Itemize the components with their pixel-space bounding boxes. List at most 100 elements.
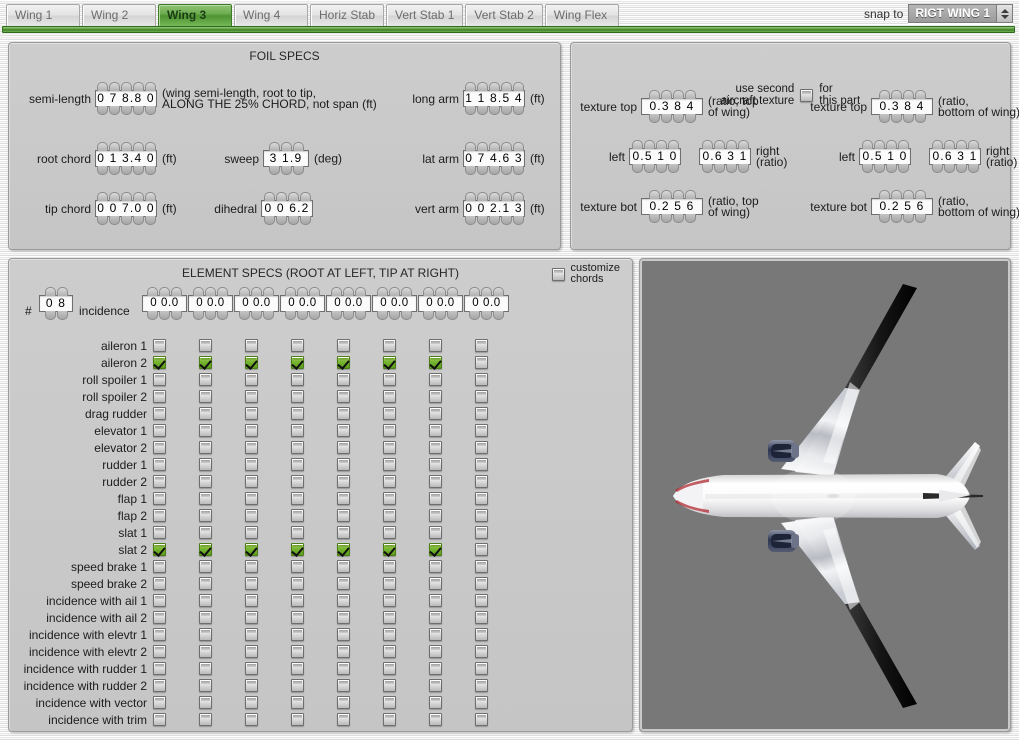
element-checkbox-r4-c8[interactable] xyxy=(475,390,488,403)
spinner-down-icon[interactable] xyxy=(512,106,524,115)
spinner-down-icon[interactable] xyxy=(955,164,967,173)
element-checkbox-r16-c8[interactable] xyxy=(475,594,488,607)
element-checkbox-r2-c6[interactable] xyxy=(383,356,396,369)
spinner-up-icon[interactable] xyxy=(655,140,667,149)
incidence-input-3[interactable]: 0 0.0 xyxy=(234,295,279,312)
spinner-up-group[interactable] xyxy=(859,140,911,149)
spinner-down-icon[interactable] xyxy=(132,166,144,175)
spinner-up-group[interactable] xyxy=(871,190,933,199)
element-checkbox-r1-c1[interactable] xyxy=(153,339,166,352)
spinner-up-icon[interactable] xyxy=(464,142,476,151)
element-checkbox-r3-c3[interactable] xyxy=(245,373,258,386)
element-checkbox-r9-c8[interactable] xyxy=(475,475,488,488)
spinner-down-icon[interactable] xyxy=(120,216,132,225)
spinner-up-group[interactable] xyxy=(641,90,703,99)
spinner-down-group[interactable] xyxy=(641,214,703,223)
element-checkbox-r10-c3[interactable] xyxy=(245,492,258,505)
element-checkbox-r7-c4[interactable] xyxy=(291,441,304,454)
element-checkbox-r6-c3[interactable] xyxy=(245,424,258,437)
spinner-down-icon[interactable] xyxy=(275,216,287,225)
incidence-input-7[interactable]: 0 0.0 xyxy=(418,295,463,312)
element-checkbox-r11-c4[interactable] xyxy=(291,509,304,522)
spinner-down-icon[interactable] xyxy=(469,311,480,320)
spinner-down-icon[interactable] xyxy=(476,166,488,175)
spinner-up-icon[interactable] xyxy=(268,142,280,151)
spinner-up-group[interactable] xyxy=(263,142,309,151)
spinner-down-group[interactable] xyxy=(142,311,187,320)
element-checkbox-r23-c6[interactable] xyxy=(383,713,396,726)
spinner-up-group[interactable] xyxy=(629,140,681,149)
element-checkbox-r21-c1[interactable] xyxy=(153,679,166,692)
foil-field-semi-length-input[interactable]: 0 7 8.8 0 xyxy=(95,90,157,107)
tab-wing-4[interactable]: Wing 4 xyxy=(234,4,308,26)
spinner-down-group[interactable] xyxy=(280,311,325,320)
element-checkbox-r14-c7[interactable] xyxy=(429,560,442,573)
spinner-up-icon[interactable] xyxy=(464,192,476,201)
element-checkbox-r2-c7[interactable] xyxy=(429,356,442,369)
spinner-up-icon[interactable] xyxy=(967,140,979,149)
element-checkbox-r10-c1[interactable] xyxy=(153,492,166,505)
element-checkbox-r14-c5[interactable] xyxy=(337,560,350,573)
element-checkbox-r10-c2[interactable] xyxy=(199,492,212,505)
element-checkbox-r22-c8[interactable] xyxy=(475,696,488,709)
element-checkbox-r3-c8[interactable] xyxy=(475,373,488,386)
element-count-input[interactable]: 0 8 xyxy=(39,295,73,312)
element-checkbox-r22-c4[interactable] xyxy=(291,696,304,709)
spinner-down-icon[interactable] xyxy=(660,114,672,123)
spinner-up-group[interactable] xyxy=(372,287,417,296)
spinner-up-icon[interactable] xyxy=(488,192,500,201)
spinner-up-icon[interactable] xyxy=(902,190,914,199)
element-checkbox-r16-c3[interactable] xyxy=(245,594,258,607)
element-checkbox-r17-c3[interactable] xyxy=(245,611,258,624)
spinner-down-icon[interactable] xyxy=(672,114,684,123)
element-checkbox-r17-c1[interactable] xyxy=(153,611,166,624)
foil-field-sweep-input[interactable]: 3 1.9 xyxy=(263,150,309,167)
element-checkbox-r18-c3[interactable] xyxy=(245,628,258,641)
spinner-down-icon[interactable] xyxy=(885,164,897,173)
element-checkbox-r12-c4[interactable] xyxy=(291,526,304,539)
element-checkbox-r12-c7[interactable] xyxy=(429,526,442,539)
element-checkbox-r15-c4[interactable] xyxy=(291,577,304,590)
aircraft-3d-viewport[interactable] xyxy=(639,258,1011,732)
spinner-up-icon[interactable] xyxy=(144,192,156,201)
element-checkbox-r23-c8[interactable] xyxy=(475,713,488,726)
element-checkbox-r16-c7[interactable] xyxy=(429,594,442,607)
spinner-down-icon[interactable] xyxy=(737,164,749,173)
spinner-down-icon[interactable] xyxy=(389,311,400,320)
spinner-up-group[interactable] xyxy=(261,192,313,201)
spinner-up-icon[interactable] xyxy=(217,287,228,296)
spinner-down-icon[interactable] xyxy=(631,164,643,173)
spinner-down-icon[interactable] xyxy=(493,311,504,320)
element-checkbox-r18-c7[interactable] xyxy=(429,628,442,641)
element-checkbox-r9-c3[interactable] xyxy=(245,475,258,488)
spinner-up-icon[interactable] xyxy=(672,90,684,99)
spinner-up-icon[interactable] xyxy=(447,287,458,296)
element-checkbox-r17-c8[interactable] xyxy=(475,611,488,624)
spinner-down-icon[interactable] xyxy=(331,311,342,320)
element-checkbox-r6-c1[interactable] xyxy=(153,424,166,437)
spinner-up-icon[interactable] xyxy=(737,140,749,149)
spinner-down-group[interactable] xyxy=(463,216,525,225)
incidence-input-1[interactable]: 0 0.0 xyxy=(142,295,187,312)
element-checkbox-r4-c1[interactable] xyxy=(153,390,166,403)
element-checkbox-r13-c7[interactable] xyxy=(429,543,442,556)
texture-left-field-2-input[interactable]: 0.6 3 1 xyxy=(699,148,751,165)
spinner-down-icon[interactable] xyxy=(655,164,667,173)
element-checkbox-r9-c6[interactable] xyxy=(383,475,396,488)
element-checkbox-r18-c2[interactable] xyxy=(199,628,212,641)
element-checkbox-r15-c3[interactable] xyxy=(245,577,258,590)
spinner-up-icon[interactable] xyxy=(861,140,873,149)
spinner-up-icon[interactable] xyxy=(931,140,943,149)
element-checkbox-r20-c8[interactable] xyxy=(475,662,488,675)
spinner-down-icon[interactable] xyxy=(684,114,696,123)
spinner-up-icon[interactable] xyxy=(476,142,488,151)
foil-field-tip-chord-input[interactable]: 0 0 7.0 0 xyxy=(95,200,157,217)
element-checkbox-r9-c2[interactable] xyxy=(199,475,212,488)
element-checkbox-r12-c1[interactable] xyxy=(153,526,166,539)
element-checkbox-r20-c3[interactable] xyxy=(245,662,258,675)
spinner-down-group[interactable] xyxy=(859,164,911,173)
spinner-down-group[interactable] xyxy=(871,214,933,223)
incidence-input-6[interactable]: 0 0.0 xyxy=(372,295,417,312)
spinner-down-icon[interactable] xyxy=(648,214,660,223)
element-checkbox-r20-c5[interactable] xyxy=(337,662,350,675)
